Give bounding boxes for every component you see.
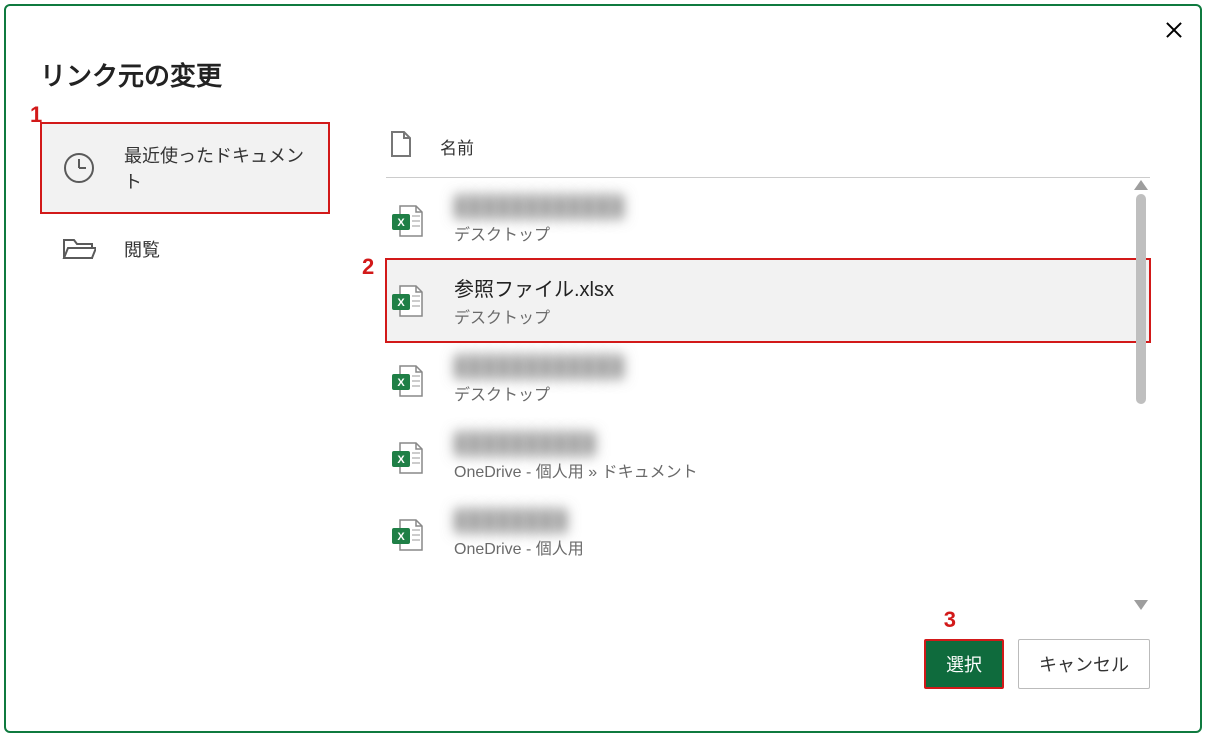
- close-icon[interactable]: [1164, 20, 1184, 40]
- column-header-name[interactable]: 名前: [440, 134, 474, 159]
- file-location: デスクトップ: [454, 304, 614, 328]
- cancel-button[interactable]: キャンセル: [1018, 639, 1150, 689]
- file-list: X ████████████ デスクトップ: [386, 182, 1150, 573]
- file-location: デスクトップ: [454, 221, 624, 245]
- scrollbar[interactable]: [1134, 180, 1148, 610]
- svg-text:X: X: [397, 217, 405, 229]
- file-row[interactable]: X ████████████ デスクトップ: [386, 182, 1150, 259]
- file-name: ████████████: [454, 196, 624, 219]
- excel-file-icon: X: [390, 440, 426, 476]
- sidebar-item-label: 最近使ったドキュメント: [124, 142, 308, 194]
- file-location: OneDrive - 個人用: [454, 535, 584, 559]
- svg-text:X: X: [397, 377, 405, 389]
- folder-open-icon: [62, 234, 96, 264]
- file-name: ████████████: [454, 356, 624, 379]
- file-location: デスクトップ: [454, 381, 624, 405]
- svg-text:X: X: [397, 531, 405, 543]
- dialog-buttons: 選択 キャンセル: [924, 639, 1150, 689]
- sidebar-item-recent[interactable]: 最近使ったドキュメント: [40, 122, 330, 214]
- scroll-down-icon[interactable]: [1134, 600, 1148, 610]
- sidebar-item-browse[interactable]: 閲覧: [40, 214, 330, 284]
- file-list-panel: 名前 X ████████████ デスクト: [386, 122, 1150, 621]
- scroll-up-icon[interactable]: [1134, 180, 1148, 190]
- excel-file-icon: X: [390, 363, 426, 399]
- select-button[interactable]: 選択: [924, 639, 1004, 689]
- file-name: ████████: [454, 510, 584, 533]
- clock-icon: [62, 151, 96, 185]
- excel-file-icon: X: [390, 517, 426, 553]
- sidebar: 最近使ったドキュメント 閲覧: [40, 122, 330, 284]
- file-row[interactable]: X ████████ OneDrive - 個人用: [386, 496, 1150, 573]
- file-row[interactable]: X ██████████ OneDrive - 個人用 » ドキュメント: [386, 419, 1150, 496]
- file-name: 参照ファイル.xlsx: [454, 273, 614, 302]
- dialog-title: リンク元の変更: [40, 56, 222, 93]
- excel-file-icon: X: [390, 203, 426, 239]
- list-header: 名前: [386, 122, 1150, 178]
- excel-file-icon: X: [390, 283, 426, 319]
- file-location: OneDrive - 個人用 » ドキュメント: [454, 458, 698, 482]
- file-icon: [390, 130, 412, 163]
- file-row[interactable]: X ████████████ デスクトップ: [386, 342, 1150, 419]
- file-name: ██████████: [454, 433, 698, 456]
- svg-text:X: X: [397, 454, 405, 466]
- change-link-source-dialog: リンク元の変更 1 2 3 最近使ったドキュメント 閲覧: [4, 4, 1202, 733]
- annotation-2: 2: [362, 254, 374, 280]
- file-row[interactable]: X 参照ファイル.xlsx デスクトップ: [386, 259, 1150, 342]
- svg-text:X: X: [397, 297, 405, 309]
- sidebar-item-label: 閲覧: [124, 236, 160, 262]
- scroll-thumb[interactable]: [1136, 194, 1146, 404]
